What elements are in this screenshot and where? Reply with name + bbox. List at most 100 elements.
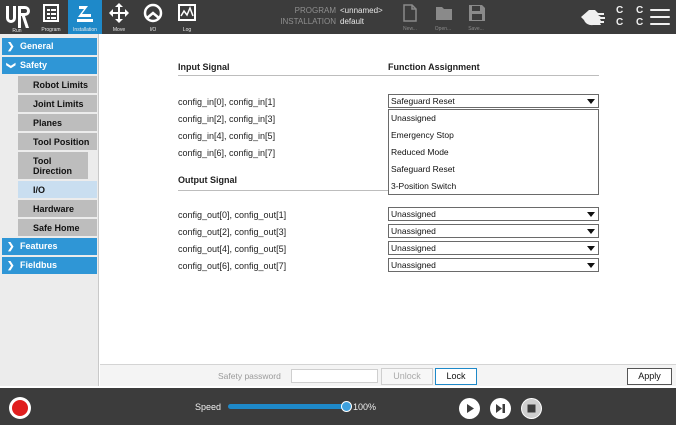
save-icon: [469, 5, 485, 21]
input-function-select[interactable]: Safeguard Reset: [388, 94, 599, 108]
sidebar-item-robot-limits[interactable]: Robot Limits: [18, 76, 97, 93]
input-signal-header: Input Signal: [178, 62, 230, 72]
program-icon: [43, 4, 59, 22]
top-bar: Run Program Installation Move I/O Log PR…: [0, 0, 676, 34]
nav-label-program: Program: [41, 27, 61, 33]
nav-io-button[interactable]: I/O: [136, 0, 170, 34]
sidebar-item-io[interactable]: I/O: [18, 181, 97, 198]
nav-move-button[interactable]: Move: [102, 0, 136, 34]
sidebar-item-tool-direction[interactable]: Tool Direction: [18, 152, 88, 179]
installation-name: default: [340, 17, 365, 26]
unlock-button[interactable]: Unlock: [381, 368, 433, 385]
output-function-select[interactable]: Unassigned: [388, 207, 599, 221]
sidebar-item-label: Hardware: [33, 203, 75, 214]
output-function-select[interactable]: Unassigned: [388, 224, 599, 238]
play-button[interactable]: [459, 398, 480, 419]
dropdown-arrow-icon: [587, 246, 595, 251]
stop-icon: [522, 399, 541, 418]
sidebar-item-general[interactable]: ❯ General: [2, 38, 97, 55]
step-button[interactable]: [490, 398, 511, 419]
program-key: PROGRAM: [294, 6, 336, 15]
dropdown-option-reduced-mode[interactable]: Reduced Mode: [389, 144, 598, 161]
nav-label-log: Log: [182, 27, 192, 33]
nav-installation-button[interactable]: Installation: [68, 0, 102, 34]
new-file-button[interactable]: New...: [395, 0, 425, 34]
speed-label: Speed: [195, 402, 222, 412]
installation-key: INSTALLATION: [280, 17, 336, 26]
dropdown-arrow-icon: [587, 212, 595, 217]
program-name: <unnamed>: [340, 6, 383, 15]
sidebar-item-label: General: [20, 41, 54, 51]
stop-button[interactable]: [521, 398, 542, 419]
sidebar-item-label: Robot Limits: [33, 79, 88, 90]
sidebar-item-planes[interactable]: Planes: [18, 114, 97, 131]
output-signal-label: config_out[0], config_out[1]: [178, 210, 287, 220]
play-icon: [460, 399, 479, 418]
freedrive-hand-icon[interactable]: [580, 8, 606, 26]
nav-log-button[interactable]: Log: [170, 0, 204, 34]
status-cc-bottom: C C: [616, 17, 649, 28]
output-signal-label: config_out[4], config_out[5]: [178, 244, 287, 254]
header-divider: [178, 75, 599, 76]
speed-slider-handle[interactable]: [341, 401, 352, 412]
status-cc-indicator: C C C C: [616, 5, 648, 29]
lock-button[interactable]: Lock: [435, 368, 477, 385]
dropdown-option-emergency-stop[interactable]: Emergency Stop: [389, 127, 598, 144]
sidebar-item-safe-home[interactable]: Safe Home: [18, 219, 97, 236]
output-signal-label: config_out[2], config_out[3]: [178, 227, 287, 237]
sidebar-item-features[interactable]: ❯ Features: [2, 238, 97, 255]
function-assignment-header: Function Assignment: [388, 62, 480, 72]
output-signal-header: Output Signal: [178, 175, 237, 185]
sidebar-item-label: Features: [20, 241, 58, 251]
chevron-down-icon: ❯: [6, 61, 17, 70]
nav-label-io: I/O: [149, 27, 157, 33]
output-function-value: Unassigned: [391, 260, 436, 270]
dropdown-arrow-icon: [587, 263, 595, 268]
menu-hamburger-icon[interactable]: [650, 9, 670, 25]
chevron-right-icon: ❯: [7, 241, 15, 251]
program-info-keys: PROGRAM INSTALLATION: [270, 5, 336, 27]
input-function-value: Safeguard Reset: [391, 96, 455, 106]
save-file-button[interactable]: Save...: [461, 0, 491, 34]
sidebar-item-label: Safe Home: [33, 222, 80, 233]
bottom-action-bar: Safety password Unlock Lock Apply: [100, 364, 676, 386]
safety-password-label: Safety password: [218, 371, 281, 381]
apply-button[interactable]: Apply: [627, 368, 672, 385]
output-signal-label: config_out[6], config_out[7]: [178, 261, 287, 271]
installation-icon: [77, 6, 93, 22]
sidebar-item-joint-limits[interactable]: Joint Limits: [18, 95, 97, 112]
sidebar-item-label: Joint Limits: [33, 98, 84, 109]
status-cc-top: C C: [616, 5, 649, 16]
open-folder-icon: [436, 7, 452, 20]
new-file-icon: [403, 4, 417, 22]
sidebar-item-hardware[interactable]: Hardware: [18, 200, 97, 217]
program-info-values: <unnamed> default: [340, 5, 383, 27]
sidebar-item-label: Fieldbus: [20, 260, 58, 270]
sidebar-item-label: Tool Direction: [33, 155, 73, 176]
output-function-select[interactable]: Unassigned: [388, 258, 599, 272]
ur-logo-icon: Run: [0, 0, 34, 34]
dropdown-option-unassigned[interactable]: Unassigned: [389, 110, 598, 127]
input-signal-label: config_in[2], config_in[3]: [178, 114, 276, 124]
sidebar-item-label: I/O: [33, 184, 46, 195]
sidebar-item-label: Planes: [33, 117, 63, 128]
dropdown-option-safeguard-reset[interactable]: Safeguard Reset: [389, 161, 598, 178]
safety-io-panel: Input Signal Function Assignment config_…: [100, 34, 676, 364]
io-icon: [143, 3, 163, 23]
speed-slider-track[interactable]: [228, 404, 348, 409]
nav-label-installation: Installation: [73, 27, 97, 33]
sidebar-item-label: Tool Position: [33, 136, 90, 147]
open-file-button[interactable]: Open...: [428, 0, 458, 34]
nav-program-button[interactable]: Program: [34, 0, 68, 34]
output-function-value: Unassigned: [391, 226, 436, 236]
footer-bar: Speed 100%: [0, 388, 676, 425]
power-record-button[interactable]: [9, 397, 31, 419]
safety-password-input[interactable]: [291, 369, 378, 383]
output-function-select[interactable]: Unassigned: [388, 241, 599, 255]
chevron-right-icon: ❯: [7, 260, 15, 270]
dropdown-option-3-position-switch[interactable]: 3-Position Switch: [389, 178, 598, 195]
sidebar-item-label: Safety: [20, 60, 48, 70]
sidebar-item-tool-position[interactable]: Tool Position: [18, 133, 97, 150]
sidebar-item-safety[interactable]: ❯ Safety: [2, 57, 97, 74]
sidebar-item-fieldbus[interactable]: ❯ Fieldbus: [2, 257, 97, 274]
